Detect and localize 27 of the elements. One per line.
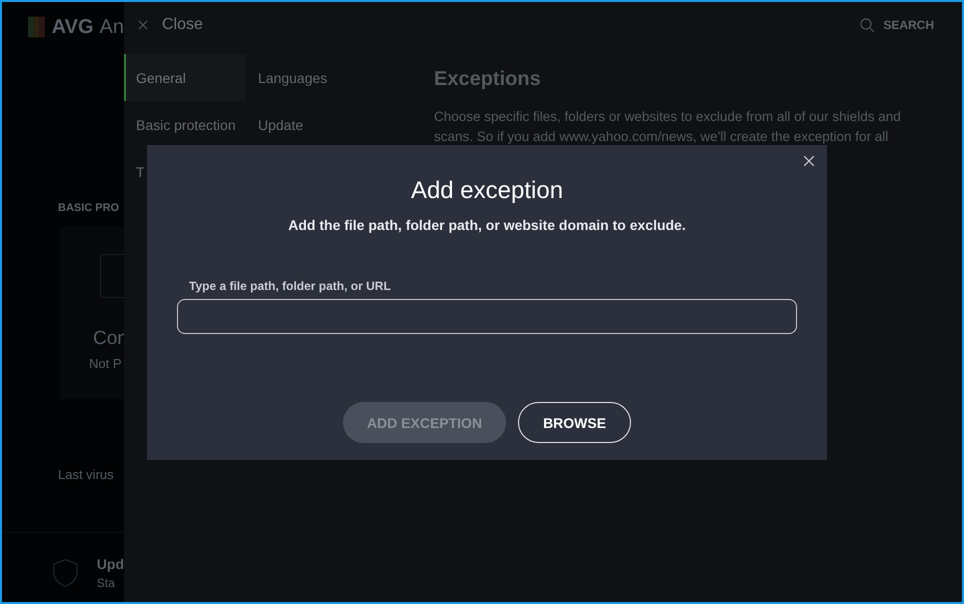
nav-tab[interactable]: T — [124, 148, 246, 195]
search-button[interactable]: SEARCH — [860, 18, 934, 32]
nav-tab[interactable]: General — [124, 54, 246, 101]
dialog-title: Add exception — [410, 177, 564, 205]
app-logo: AVG — [52, 16, 94, 38]
search-icon — [860, 18, 876, 32]
shield-icon — [52, 556, 79, 588]
close-button[interactable] — [803, 155, 817, 169]
section-title: BASIC PRO — [58, 202, 120, 214]
close-icon — [138, 20, 148, 30]
logo-icon — [28, 14, 46, 40]
footer-subtitle: Sta — [96, 576, 116, 590]
path-input-field[interactable] — [177, 299, 797, 334]
dialog-subtitle: Add the file path, folder path, or website domain to exclude. — [288, 217, 686, 233]
close-icon — [803, 155, 815, 167]
app-title: An — [100, 16, 124, 38]
section-heading: Exceptions — [434, 68, 542, 91]
nav-tab[interactable]: Languages — [246, 54, 386, 101]
card-status: Not P — [88, 356, 122, 371]
field-label: Type a file path, folder path, or URL — [189, 279, 392, 293]
section-description: Choose specific files, folders or websites to exclude from all of our shields and scans. So if you add www.yahoo.com/news, we'll create the exception for all — [434, 108, 902, 146]
nav-tab[interactable]: Basic protection — [124, 101, 246, 148]
last-scan-text: Last virus — [58, 467, 115, 482]
browse-button[interactable]: BROWSE — [518, 402, 632, 443]
nav-tab[interactable]: Update — [246, 101, 386, 148]
close-button[interactable]: Close — [138, 16, 203, 34]
footer-title: Upd — [96, 556, 124, 572]
